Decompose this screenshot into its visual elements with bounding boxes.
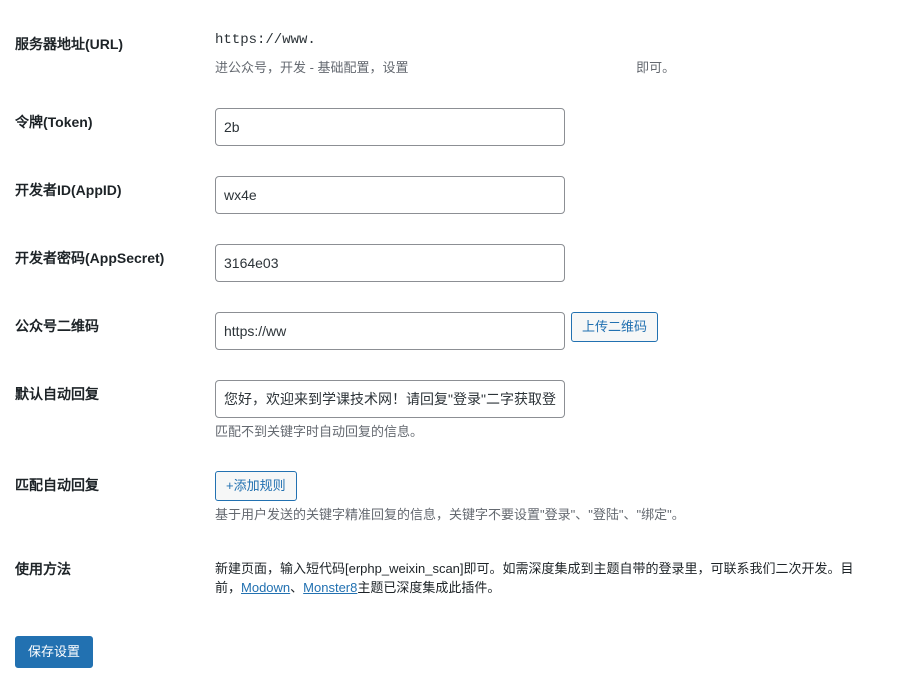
default-reply-input[interactable] (215, 380, 565, 418)
server-url-value: https://www. (215, 30, 873, 54)
upload-qrcode-button[interactable]: 上传二维码 (571, 312, 658, 342)
qrcode-label: 公众号二维码 (15, 302, 215, 370)
server-url-help: 进公众号，开发 - 基础配置，设置 即可。 (215, 58, 873, 78)
server-url-label: 服务器地址(URL) (15, 20, 215, 98)
modown-link[interactable]: Modown (241, 580, 290, 595)
appsecret-input[interactable] (215, 244, 565, 282)
submit-row: 保存设置 (15, 628, 883, 676)
token-input[interactable] (215, 108, 565, 146)
add-rule-button[interactable]: +添加规则 (215, 471, 297, 501)
monster8-link[interactable]: Monster8 (303, 580, 357, 595)
settings-form-table: 服务器地址(URL) https://www. 进公众号，开发 - 基础配置，设… (15, 20, 883, 618)
save-settings-button[interactable]: 保存设置 (15, 636, 93, 668)
token-label: 令牌(Token) (15, 98, 215, 166)
match-reply-label: 匹配自动回复 (15, 461, 215, 545)
default-reply-help: 匹配不到关键字时自动回复的信息。 (215, 422, 873, 442)
match-reply-help: 基于用户发送的关键字精准回复的信息，关键字不要设置"登录"、"登陆"、"绑定"。 (215, 505, 873, 525)
usage-text: 新建页面，输入短代码[erphp_weixin_scan]即可。如需深度集成到主… (215, 559, 873, 598)
qrcode-input[interactable] (215, 312, 565, 350)
appid-input[interactable] (215, 176, 565, 214)
appid-label: 开发者ID(AppID) (15, 166, 215, 234)
appsecret-label: 开发者密码(AppSecret) (15, 234, 215, 302)
usage-label: 使用方法 (15, 545, 215, 618)
default-reply-label: 默认自动回复 (15, 370, 215, 462)
